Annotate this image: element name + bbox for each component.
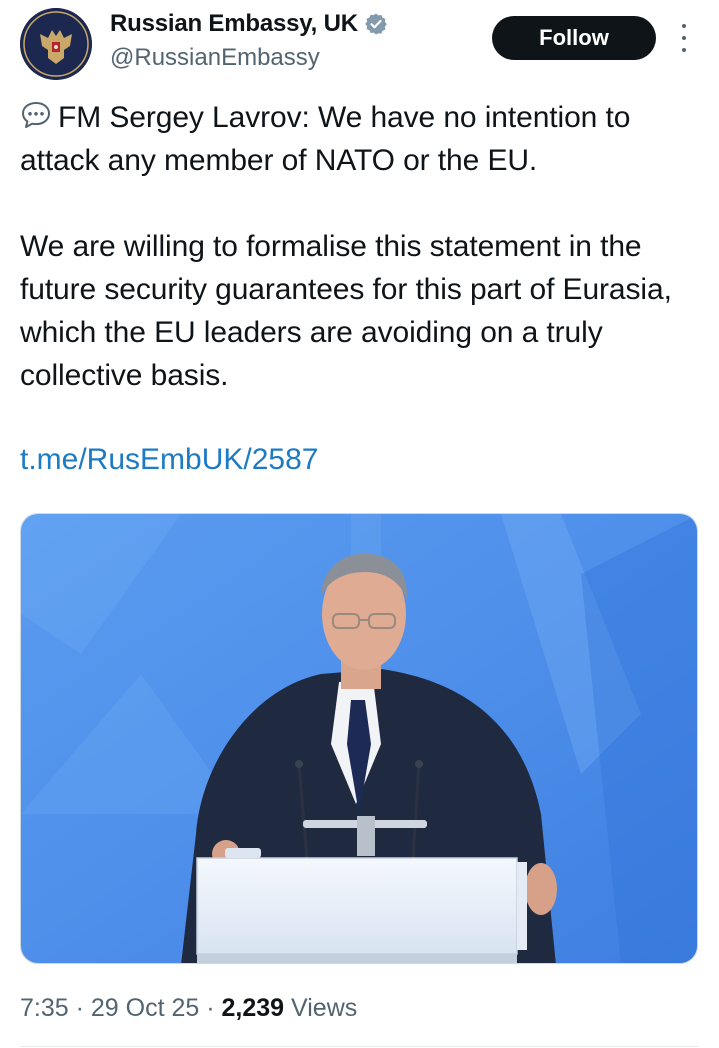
tweet-meta: 7:35 · 29 Oct 25 · 2,239 Views (20, 990, 357, 1026)
tweet-header: Russian Embassy, UK @RussianEmbassy Foll… (0, 0, 719, 100)
handle[interactable]: @RussianEmbassy (110, 44, 320, 72)
tweet-text: FM Sergey Lavrov: We have no intention t… (20, 96, 710, 397)
avatar[interactable] (20, 8, 92, 80)
name-row: Russian Embassy, UK (110, 10, 388, 38)
tweet-link[interactable]: t.me/RusEmbUK/2587 (20, 438, 318, 481)
double-headed-eagle-emblem-icon (20, 8, 92, 80)
divider (20, 1046, 699, 1047)
speaker-at-podium-image (21, 514, 697, 963)
tweet-photo[interactable] (20, 513, 698, 964)
tweet-date[interactable]: 29 Oct 25 (91, 994, 199, 1022)
more-vertical-icon[interactable] (672, 24, 696, 52)
tweet-line-1: FM Sergey Lavrov: We have no intention t… (20, 101, 631, 177)
verified-badge-icon (364, 12, 388, 36)
tweet-paragraph-2: We are willing to formalise this stateme… (20, 230, 672, 392)
speech-bubble-icon (20, 99, 52, 131)
follow-button[interactable]: Follow (492, 16, 656, 60)
meta-separator: · (199, 994, 222, 1022)
tweet-time[interactable]: 7:35 (20, 994, 69, 1022)
views-count: 2,239 (221, 994, 285, 1022)
views-label: Views (284, 994, 358, 1022)
display-name[interactable]: Russian Embassy, UK (110, 10, 358, 38)
meta-separator: · (68, 994, 91, 1022)
tweet-paragraph-1: FM Sergey Lavrov: We have no intention t… (20, 96, 710, 182)
